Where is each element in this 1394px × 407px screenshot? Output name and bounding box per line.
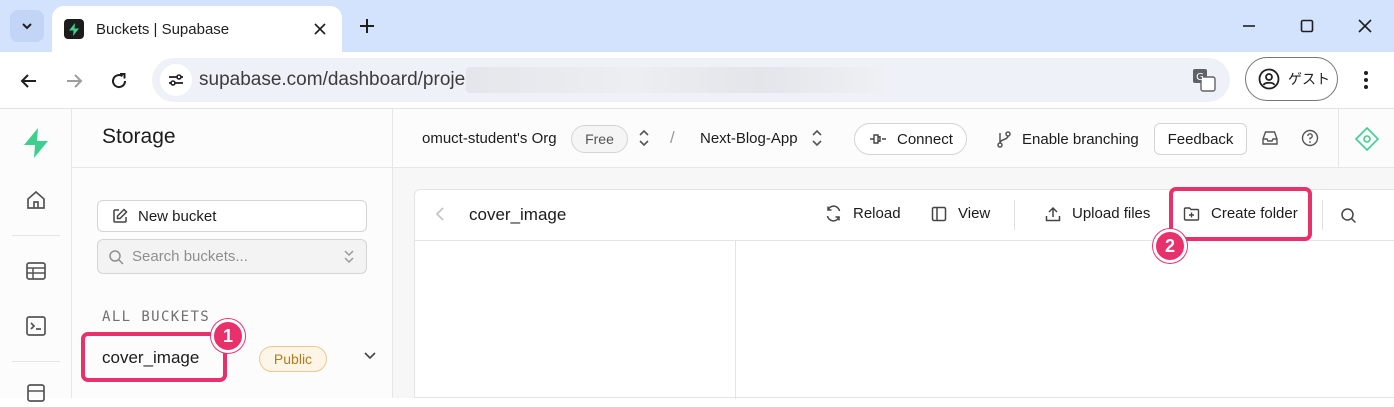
help-icon[interactable] <box>1301 129 1319 147</box>
header-divider <box>1338 109 1339 168</box>
chevron-left-icon[interactable] <box>435 207 445 221</box>
page-title: Storage <box>102 125 176 148</box>
back-button[interactable] <box>12 64 46 98</box>
columns-icon <box>931 206 947 221</box>
connect-label: Connect <box>897 130 953 148</box>
upload-label: Upload files <box>1072 205 1151 222</box>
chevron-down-icon <box>22 23 32 30</box>
section-label: ALL BUCKETS <box>102 309 211 325</box>
address-bar[interactable]: supabase.com/dashboard/project/ G <box>152 58 1230 102</box>
database-icon[interactable] <box>22 379 50 407</box>
new-tab-button[interactable] <box>354 13 380 39</box>
column-divider <box>735 241 736 399</box>
branching-label: Enable branching <box>1022 130 1139 148</box>
table-editor-icon[interactable] <box>22 257 50 285</box>
tab-search-button[interactable] <box>10 10 44 42</box>
site-info-icon[interactable] <box>160 64 192 96</box>
search-buckets-input[interactable]: Search buckets... <box>97 239 367 274</box>
inbox-icon[interactable] <box>1261 129 1279 147</box>
breadcrumb-separator: / <box>670 128 675 147</box>
close-window-button[interactable] <box>1348 10 1382 42</box>
redacted-url-segment <box>466 67 884 93</box>
advisor-diamond-icon[interactable] <box>1355 127 1379 151</box>
upload-icon <box>1045 206 1061 221</box>
chevrons-up-down-icon[interactable] <box>811 129 823 147</box>
current-path: cover_image <box>469 205 567 224</box>
plus-icon <box>360 19 374 33</box>
chevron-down-icon[interactable] <box>363 351 377 361</box>
url-text: supabase.com/dashboard/project/ <box>199 69 486 90</box>
git-branch-icon <box>997 131 1011 148</box>
enable-branching-button[interactable]: Enable branching <box>996 130 1139 148</box>
step-2-badge: 2 <box>1153 229 1187 263</box>
public-badge: Public <box>259 346 327 372</box>
browser-toolbar: supabase.com/dashboard/project/ G ゲスト <box>0 52 1394 109</box>
sidebar-header: Storage <box>72 109 393 168</box>
nav-rail <box>0 109 72 402</box>
plan-badge: Free <box>571 125 628 153</box>
browser-tab[interactable]: Buckets | Supabase <box>52 6 342 52</box>
toolbar-divider <box>1322 200 1323 230</box>
highlight-create-folder <box>1169 187 1312 241</box>
close-tab-icon[interactable] <box>310 19 330 39</box>
new-bucket-label: New bucket <box>138 207 217 225</box>
maximize-button[interactable] <box>1290 10 1324 42</box>
feedback-button[interactable]: Feedback <box>1154 123 1247 155</box>
chevrons-down-icon <box>344 250 354 264</box>
profile-label: ゲスト <box>1288 71 1330 87</box>
rail-divider <box>12 361 60 362</box>
account-icon <box>1258 68 1280 90</box>
arrow-left-icon <box>20 74 36 88</box>
refresh-icon <box>826 205 841 222</box>
edit-icon <box>113 208 128 223</box>
tab-title: Buckets | Supabase <box>96 20 230 38</box>
translate-icon[interactable]: G <box>1192 68 1216 92</box>
chevrons-up-down-icon[interactable] <box>638 129 650 147</box>
search-icon <box>109 249 124 265</box>
close-icon <box>1358 19 1372 33</box>
plug-icon <box>870 134 886 144</box>
browser-tab-strip: Buckets | Supabase <box>0 0 1394 52</box>
project-name[interactable]: Next-Blog-App <box>700 130 798 147</box>
browser-menu-button[interactable] <box>1352 66 1380 94</box>
minimize-button[interactable] <box>1232 10 1266 42</box>
profile-button[interactable]: ゲスト <box>1245 57 1338 101</box>
reload-button[interactable]: Reload <box>825 205 901 222</box>
org-name[interactable]: omuct-student's Org <box>422 130 557 147</box>
toolbar-divider <box>1014 200 1015 230</box>
arrow-right-icon <box>67 74 83 88</box>
reload-label: Reload <box>853 205 901 222</box>
refresh-icon <box>112 73 127 89</box>
svg-text:G: G <box>1196 72 1204 83</box>
forward-button[interactable] <box>57 64 91 98</box>
supabase-favicon-icon <box>64 19 84 39</box>
feedback-label: Feedback <box>1167 130 1234 148</box>
sql-editor-icon[interactable] <box>22 312 50 340</box>
upload-files-button[interactable]: Upload files <box>1045 205 1150 222</box>
project-header: omuct-student's Org Free / Next-Blog-App… <box>393 109 1394 168</box>
view-button[interactable]: View <box>931 205 990 222</box>
view-label: View <box>958 205 991 222</box>
maximize-icon <box>1300 19 1314 33</box>
reload-page-button[interactable] <box>102 64 136 98</box>
highlight-bucket-item <box>81 332 227 382</box>
search-placeholder: Search buckets... <box>132 248 248 265</box>
new-bucket-button[interactable]: New bucket <box>97 200 367 232</box>
minimize-icon <box>1243 25 1255 27</box>
home-icon[interactable] <box>22 186 50 214</box>
step-1-badge: 1 <box>211 319 245 353</box>
rail-divider <box>12 235 60 236</box>
more-vertical-icon <box>1364 71 1368 89</box>
search-icon[interactable] <box>1340 207 1357 224</box>
supabase-logo-icon[interactable] <box>22 128 50 158</box>
connect-button[interactable]: Connect <box>854 123 967 155</box>
